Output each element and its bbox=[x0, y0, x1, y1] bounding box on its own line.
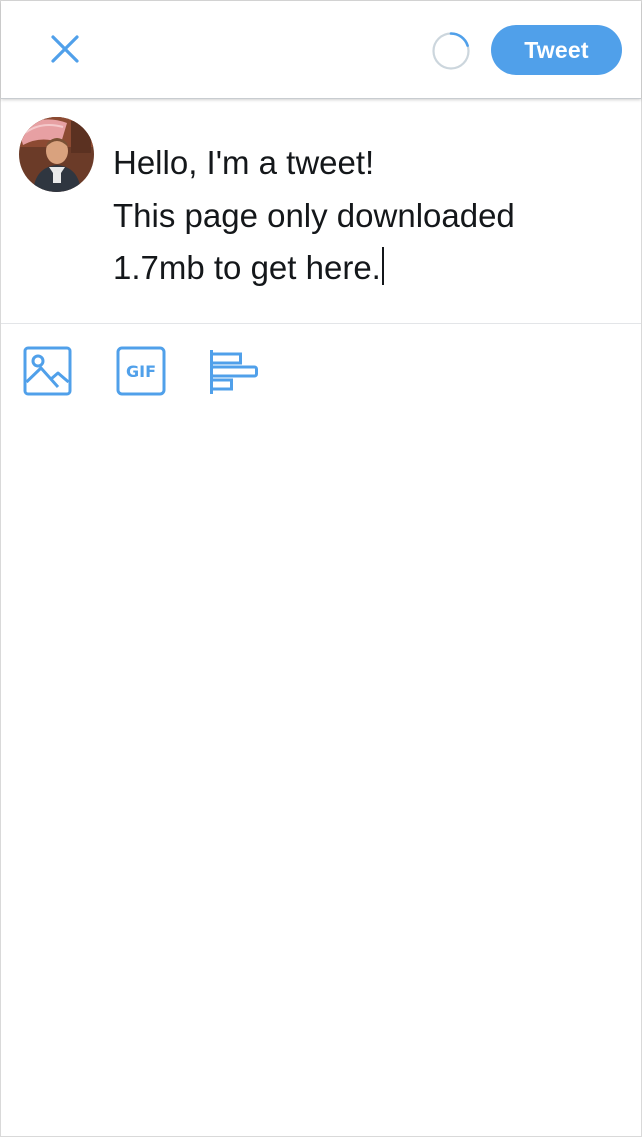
add-image-button[interactable] bbox=[22, 346, 74, 398]
image-icon bbox=[23, 346, 72, 396]
compose-area: Hello, I'm a tweet! This page only downl… bbox=[1, 99, 641, 324]
add-poll-button[interactable] bbox=[207, 346, 259, 398]
close-button[interactable] bbox=[39, 23, 91, 75]
compose-header: Tweet bbox=[1, 1, 641, 99]
poll-icon bbox=[210, 350, 258, 394]
media-toolbar: GIF bbox=[1, 324, 641, 414]
tweet-text-line-2: This page only downloaded bbox=[113, 196, 515, 234]
tweet-textarea[interactable]: Hello, I'm a tweet! This page only downl… bbox=[113, 137, 613, 295]
add-gif-button[interactable]: GIF bbox=[115, 346, 167, 398]
compose-tweet-screen: Tweet Hello, I'm a tweet! This page only… bbox=[0, 0, 642, 1137]
close-icon bbox=[51, 35, 79, 63]
gif-label: GIF bbox=[126, 362, 156, 381]
tweet-text-line-3: 1.7mb to get here. bbox=[113, 249, 381, 286]
gif-icon: GIF bbox=[116, 346, 166, 396]
text-caret bbox=[381, 247, 384, 285]
character-count-ring-icon bbox=[431, 31, 471, 71]
tweet-text-line-1: Hello, I'm a tweet! bbox=[113, 144, 375, 181]
tweet-button[interactable]: Tweet bbox=[491, 25, 622, 75]
user-avatar bbox=[19, 117, 94, 192]
